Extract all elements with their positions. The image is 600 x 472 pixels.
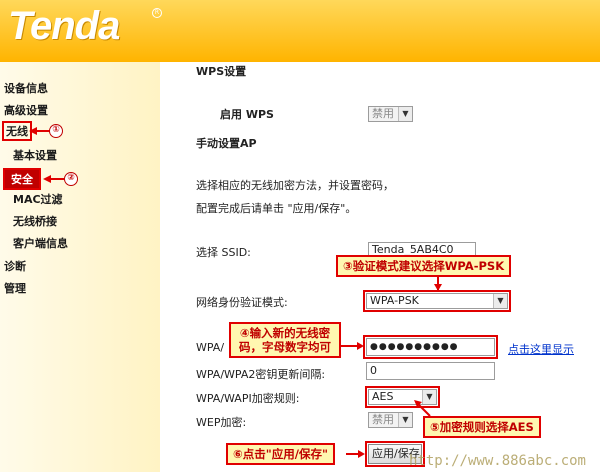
chevron-down-icon: ▼ [398,107,412,121]
sidebar-item-security[interactable]: 安全 [3,168,41,190]
encryption-rule-select[interactable]: AES ▼ [368,389,437,405]
sidebar-item-advanced[interactable]: 高级设置 [4,102,48,118]
chevron-down-icon: ▼ [493,294,507,308]
auth-mode-label: 网络身份验证模式: [196,296,288,309]
callout-encryption-text: 加密规则选择AES [439,420,534,434]
sidebar-item-basic-settings[interactable]: 基本设置 [13,147,57,163]
wep-select[interactable]: 禁用 ▼ [368,412,413,428]
encryption-rule-value: AES [372,390,394,403]
callout-apply-text: 点击"应用/保存" [242,447,328,461]
description-line-1: 选择相应的无线加密方法，并设置密码， [196,179,394,192]
sidebar-item-diagnostics[interactable]: 诊断 [4,258,26,274]
renew-interval-label: WPA/WPA2密钥更新间隔: [196,368,326,381]
header-bar: Tenda R [0,0,600,62]
wep-select-value: 禁用 [372,413,394,426]
registered-mark: R [152,8,162,18]
callout-encryption: ⑤加密规则选择AES [423,416,541,438]
step-1-marker: ① [49,124,63,138]
auth-mode-select[interactable]: WPA-PSK ▼ [366,293,508,309]
sidebar-item-wireless[interactable]: 无线 [2,121,32,141]
callout-password-text: 输入新的无线密码，字母数字均可 [239,326,331,354]
encryption-rule-label: WPA/WAPI加密规则: [196,392,300,405]
step-4-marker: ④ [239,326,250,340]
wps-section-title: WPS设置 [196,65,247,78]
sidebar-item-device-info[interactable]: 设备信息 [4,80,48,96]
show-password-link[interactable]: 点击这里显示 [508,341,574,357]
wep-label: WEP加密: [196,416,247,429]
chevron-down-icon: ▼ [398,413,412,427]
ssid-label: 选择 SSID: [196,246,251,259]
manual-ap-title: 手动设置AP [196,137,257,150]
description-line-2: 配置完成后请单击 "应用/保存"。 [196,202,357,215]
chevron-down-icon: ▼ [422,390,436,404]
wps-enable-label: 启用 WPS [220,108,274,121]
callout-auth-mode-text: 验证模式建议选择WPA-PSK [352,259,505,273]
sidebar-item-wireless-bridge[interactable]: 无线桥接 [13,213,57,229]
step-2-marker: ② [64,172,78,186]
step-3-marker: ③ [343,259,353,273]
step-6-marker: ⑥ [233,447,243,461]
tenda-logo: Tenda [8,4,120,48]
watermark: http://www.886abc.com [408,453,586,469]
renew-interval-input[interactable]: 0 [366,362,495,380]
sidebar-item-management[interactable]: 管理 [4,280,26,296]
callout-apply: ⑥点击"应用/保存" [226,443,335,465]
sidebar-item-client-info[interactable]: 客户端信息 [13,235,68,251]
callout-password: ④输入新的无线密码，字母数字均可 [229,322,341,358]
wps-select-value: 禁用 [372,107,394,120]
wpa-password-input[interactable]: ●●●●●●●●●● [366,338,495,356]
auth-mode-value: WPA-PSK [370,294,419,307]
sidebar-item-mac-filter[interactable]: MAC过滤 [13,191,63,207]
wpa-key-label: WPA/ [196,341,225,354]
callout-auth-mode: ③验证模式建议选择WPA-PSK [336,255,512,277]
wps-select[interactable]: 禁用 ▼ [368,106,413,122]
step-5-marker: ⑤ [430,420,440,434]
